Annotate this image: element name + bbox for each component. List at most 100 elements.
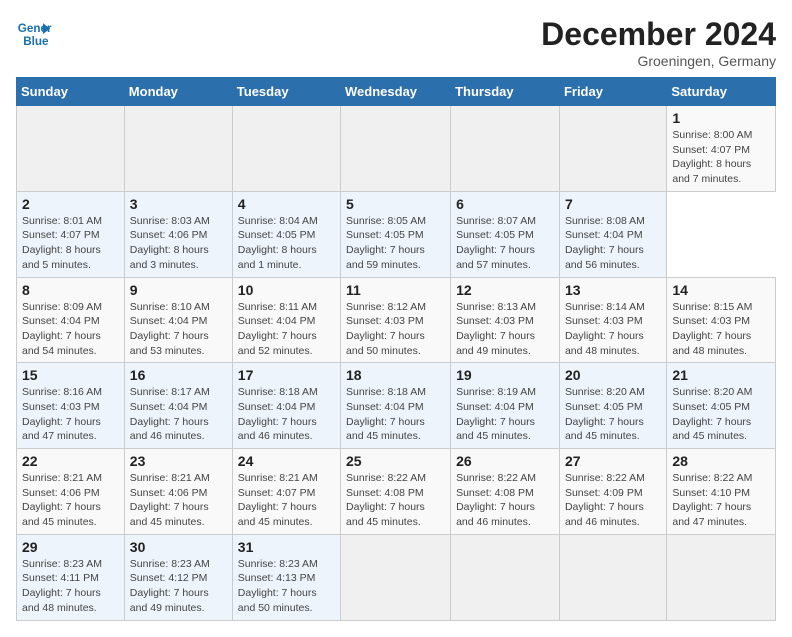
day-detail: Sunrise: 8:21 AMSunset: 4:07 PMDaylight:… <box>238 471 335 530</box>
col-saturday: Saturday <box>667 78 776 106</box>
empty-cell-w0-3 <box>341 106 451 192</box>
day-number: 13 <box>565 282 661 298</box>
day-detail: Sunrise: 8:22 AMSunset: 4:09 PMDaylight:… <box>565 471 661 530</box>
week-row-2: 8 Sunrise: 8:09 AMSunset: 4:04 PMDaylight… <box>17 277 776 363</box>
empty-cell-w0-4 <box>451 106 560 192</box>
col-wednesday: Wednesday <box>341 78 451 106</box>
day-number: 17 <box>238 367 335 383</box>
day-number: 4 <box>238 196 335 212</box>
empty-cell-w0-5 <box>559 106 666 192</box>
empty-cell-w0-0 <box>17 106 125 192</box>
col-friday: Friday <box>559 78 666 106</box>
day-detail: Sunrise: 8:15 AMSunset: 4:03 PMDaylight:… <box>672 300 770 359</box>
day-detail: Sunrise: 8:18 AMSunset: 4:04 PMDaylight:… <box>346 385 445 444</box>
day-detail: Sunrise: 8:03 AMSunset: 4:06 PMDaylight:… <box>130 214 227 273</box>
day-cell-5: 5 Sunrise: 8:05 AMSunset: 4:05 PMDaylight… <box>341 191 451 277</box>
day-detail: Sunrise: 8:01 AMSunset: 4:07 PMDaylight:… <box>22 214 119 273</box>
day-cell-7: 7 Sunrise: 8:08 AMSunset: 4:04 PMDaylight… <box>559 191 666 277</box>
day-number: 9 <box>130 282 227 298</box>
day-number: 30 <box>130 539 227 555</box>
day-cell-19: 19Sunrise: 8:19 AMSunset: 4:04 PMDayligh… <box>451 363 560 449</box>
page-header: General Blue December 2024 Groeningen, G… <box>16 16 776 69</box>
day-cell-16: 16Sunrise: 8:17 AMSunset: 4:04 PMDayligh… <box>124 363 232 449</box>
day-number: 25 <box>346 453 445 469</box>
logo: General Blue <box>16 16 52 52</box>
week-row-4: 22 Sunrise: 8:21 AMSunset: 4:06 PMDayligh… <box>17 449 776 535</box>
day-detail: Sunrise: 8:04 AMSunset: 4:05 PMDaylight:… <box>238 214 335 273</box>
day-detail: Sunrise: 8:22 AMSunset: 4:08 PMDaylight:… <box>456 471 554 530</box>
day-cell-11: 11 Sunrise: 8:12 AMSunset: 4:03 PMDayligh… <box>341 277 451 363</box>
day-cell-28: 28Sunrise: 8:22 AMSunset: 4:10 PMDayligh… <box>667 449 776 535</box>
day-number: 15 <box>22 367 119 383</box>
day-number: 24 <box>238 453 335 469</box>
week-row-3: 15 Sunrise: 8:16 AMSunset: 4:03 PMDayligh… <box>17 363 776 449</box>
day-cell-2: 2 Sunrise: 8:01 AMSunset: 4:07 PMDaylight… <box>17 191 125 277</box>
day-cell-23: 23Sunrise: 8:21 AMSunset: 4:06 PMDayligh… <box>124 449 232 535</box>
empty-cell-w5-4 <box>451 534 560 620</box>
day-cell-26: 26 Sunrise: 8:22 AMSunset: 4:08 PMDayligh… <box>451 449 560 535</box>
day-cell-22: 22 Sunrise: 8:21 AMSunset: 4:06 PMDayligh… <box>17 449 125 535</box>
day-number: 12 <box>456 282 554 298</box>
day-cell-6: 6Sunrise: 8:07 AMSunset: 4:05 PMDaylight… <box>451 191 560 277</box>
day-detail: Sunrise: 8:14 AMSunset: 4:03 PMDaylight:… <box>565 300 661 359</box>
day-detail: Sunrise: 8:16 AMSunset: 4:03 PMDaylight:… <box>22 385 119 444</box>
calendar-title: December 2024 <box>541 16 776 53</box>
day-detail: Sunrise: 8:23 AMSunset: 4:13 PMDaylight:… <box>238 557 335 616</box>
day-number: 26 <box>456 453 554 469</box>
day-cell-1: 1 Sunrise: 8:00 AMSunset: 4:07 PMDaylight… <box>667 106 776 192</box>
day-number: 10 <box>238 282 335 298</box>
day-number: 11 <box>346 282 445 298</box>
calendar-table: Sunday Monday Tuesday Wednesday Thursday… <box>16 77 776 621</box>
empty-cell-w5-3 <box>341 534 451 620</box>
day-number: 29 <box>22 539 119 555</box>
day-detail: Sunrise: 8:07 AMSunset: 4:05 PMDaylight:… <box>456 214 554 273</box>
day-cell-13: 13 Sunrise: 8:14 AMSunset: 4:03 PMDayligh… <box>559 277 666 363</box>
day-cell-9: 9 Sunrise: 8:10 AMSunset: 4:04 PMDaylight… <box>124 277 232 363</box>
day-cell-20: 20Sunrise: 8:20 AMSunset: 4:05 PMDayligh… <box>559 363 666 449</box>
day-detail: Sunrise: 8:23 AMSunset: 4:11 PMDaylight:… <box>22 557 119 616</box>
day-cell-3: 3Sunrise: 8:03 AMSunset: 4:06 PMDaylight… <box>124 191 232 277</box>
week-row-0: 1 Sunrise: 8:00 AMSunset: 4:07 PMDaylight… <box>17 106 776 192</box>
day-number: 22 <box>22 453 119 469</box>
day-cell-4: 4 Sunrise: 8:04 AMSunset: 4:05 PMDaylight… <box>232 191 340 277</box>
day-detail: Sunrise: 8:13 AMSunset: 4:03 PMDaylight:… <box>456 300 554 359</box>
day-cell-27: 27 Sunrise: 8:22 AMSunset: 4:09 PMDayligh… <box>559 449 666 535</box>
day-detail: Sunrise: 8:00 AMSunset: 4:07 PMDaylight:… <box>672 128 770 187</box>
empty-cell-w0-2 <box>232 106 340 192</box>
col-tuesday: Tuesday <box>232 78 340 106</box>
day-number: 7 <box>565 196 661 212</box>
day-detail: Sunrise: 8:21 AMSunset: 4:06 PMDaylight:… <box>130 471 227 530</box>
empty-cell-w5-6 <box>667 534 776 620</box>
day-number: 27 <box>565 453 661 469</box>
calendar-subtitle: Groeningen, Germany <box>541 53 776 69</box>
week-row-5: 29 Sunrise: 8:23 AMSunset: 4:11 PMDayligh… <box>17 534 776 620</box>
day-number: 18 <box>346 367 445 383</box>
day-cell-10: 10 Sunrise: 8:11 AMSunset: 4:04 PMDayligh… <box>232 277 340 363</box>
day-number: 2 <box>22 196 119 212</box>
day-number: 16 <box>130 367 227 383</box>
day-detail: Sunrise: 8:08 AMSunset: 4:04 PMDaylight:… <box>565 214 661 273</box>
day-detail: Sunrise: 8:21 AMSunset: 4:06 PMDaylight:… <box>22 471 119 530</box>
day-detail: Sunrise: 8:23 AMSunset: 4:12 PMDaylight:… <box>130 557 227 616</box>
day-cell-8: 8 Sunrise: 8:09 AMSunset: 4:04 PMDaylight… <box>17 277 125 363</box>
day-detail: Sunrise: 8:09 AMSunset: 4:04 PMDaylight:… <box>22 300 119 359</box>
day-number: 1 <box>672 110 770 126</box>
week-row-1: 2 Sunrise: 8:01 AMSunset: 4:07 PMDaylight… <box>17 191 776 277</box>
day-number: 14 <box>672 282 770 298</box>
day-detail: Sunrise: 8:11 AMSunset: 4:04 PMDaylight:… <box>238 300 335 359</box>
day-detail: Sunrise: 8:22 AMSunset: 4:08 PMDaylight:… <box>346 471 445 530</box>
day-detail: Sunrise: 8:10 AMSunset: 4:04 PMDaylight:… <box>130 300 227 359</box>
day-cell-21: 21Sunrise: 8:20 AMSunset: 4:05 PMDayligh… <box>667 363 776 449</box>
calendar-header-row: Sunday Monday Tuesday Wednesday Thursday… <box>17 78 776 106</box>
empty-cell-w0-1 <box>124 106 232 192</box>
day-detail: Sunrise: 8:12 AMSunset: 4:03 PMDaylight:… <box>346 300 445 359</box>
day-cell-24: 24 Sunrise: 8:21 AMSunset: 4:07 PMDayligh… <box>232 449 340 535</box>
day-number: 19 <box>456 367 554 383</box>
col-sunday: Sunday <box>17 78 125 106</box>
day-number: 8 <box>22 282 119 298</box>
day-detail: Sunrise: 8:18 AMSunset: 4:04 PMDaylight:… <box>238 385 335 444</box>
day-cell-15: 15 Sunrise: 8:16 AMSunset: 4:03 PMDayligh… <box>17 363 125 449</box>
day-number: 20 <box>565 367 661 383</box>
day-detail: Sunrise: 8:05 AMSunset: 4:05 PMDaylight:… <box>346 214 445 273</box>
day-number: 5 <box>346 196 445 212</box>
